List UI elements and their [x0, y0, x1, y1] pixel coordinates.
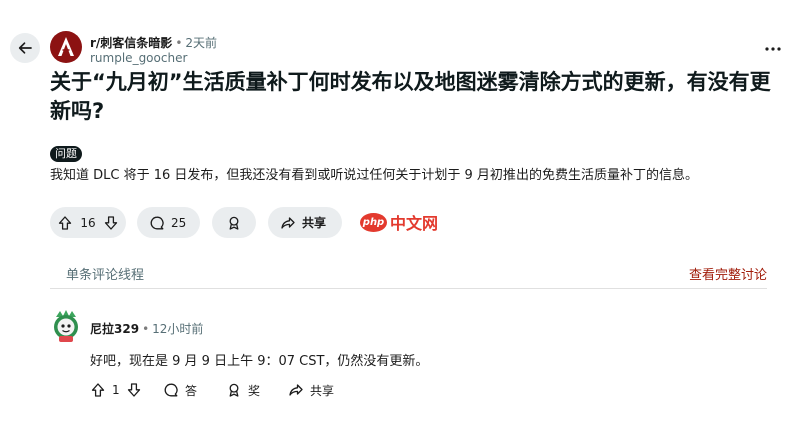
share-arrow-icon: [280, 215, 296, 231]
post-title: 关于“九月初”生活质量补丁何时发布以及地图迷雾清除方式的更新，有没有更新吗?: [50, 70, 771, 123]
meta-separator: •: [142, 322, 150, 336]
arrow-left-icon: [17, 40, 33, 56]
award-icon: [226, 382, 242, 398]
award-icon: [226, 215, 242, 231]
post-body: 我知道 DLC 将于 16 日发布，但我还没有看到或听说过任何关于计划于 9 月…: [50, 168, 698, 183]
comment-share-button[interactable]: 共享: [288, 380, 334, 400]
award-button[interactable]: [212, 207, 256, 238]
divider: [50, 288, 767, 289]
subreddit-avatar[interactable]: [50, 31, 82, 63]
downvote-icon[interactable]: [103, 215, 119, 231]
upvote-icon[interactable]: [57, 215, 73, 231]
comment-bubble-icon: [163, 382, 179, 398]
vote-count: 16: [80, 215, 96, 230]
watermark-text: 中文网: [390, 214, 439, 233]
more-options-button[interactable]: [764, 40, 782, 58]
comment-bubble-icon: [149, 215, 165, 231]
comment-vote-count: 1: [112, 383, 120, 397]
post-author[interactable]: rumple_goocher: [90, 51, 187, 65]
back-button[interactable]: [10, 33, 40, 63]
comment-award-button[interactable]: 奖: [226, 380, 260, 400]
share-label: 共享: [302, 216, 327, 230]
award-label: 奖: [248, 383, 261, 398]
post-flair[interactable]: 问题: [50, 146, 82, 162]
comments-button[interactable]: 25: [137, 207, 200, 238]
subreddit-name[interactable]: r/刺客信条暗影: [90, 36, 172, 50]
php-watermark: php 中文网: [360, 210, 438, 234]
comment-share-label: 共享: [310, 383, 335, 398]
comment-time: 12小时前: [152, 322, 204, 336]
post-time: 2天前: [185, 36, 218, 50]
vote-control: 16: [50, 207, 126, 238]
comment-count: 25: [171, 215, 187, 230]
reply-button[interactable]: 答: [163, 380, 197, 400]
comment-vote-control: 1: [90, 380, 142, 400]
comment-body: 好吧，现在是 9 月 9 日上午 9：07 CST，仍然没有更新。: [90, 354, 429, 369]
post-meta: r/刺客信条暗影 • 2天前: [90, 34, 217, 51]
commenter-avatar[interactable]: [50, 309, 82, 343]
assassin-insignia-icon: [54, 35, 78, 59]
comment-meta: 尼拉329 • 12小时前: [90, 320, 203, 337]
downvote-icon[interactable]: [126, 382, 142, 398]
single-thread-label: 单条评论线程: [66, 268, 145, 283]
view-full-discussion-link[interactable]: 查看完整讨论: [689, 264, 767, 283]
share-arrow-icon: [288, 382, 304, 398]
upvote-icon[interactable]: [90, 382, 106, 398]
php-logo: php: [360, 212, 387, 232]
more-horizontal-icon: [765, 46, 781, 52]
comment-author[interactable]: 尼拉329: [90, 322, 139, 336]
reply-label: 答: [185, 383, 198, 398]
share-button[interactable]: 共享: [268, 207, 342, 238]
meta-separator: •: [175, 36, 183, 50]
